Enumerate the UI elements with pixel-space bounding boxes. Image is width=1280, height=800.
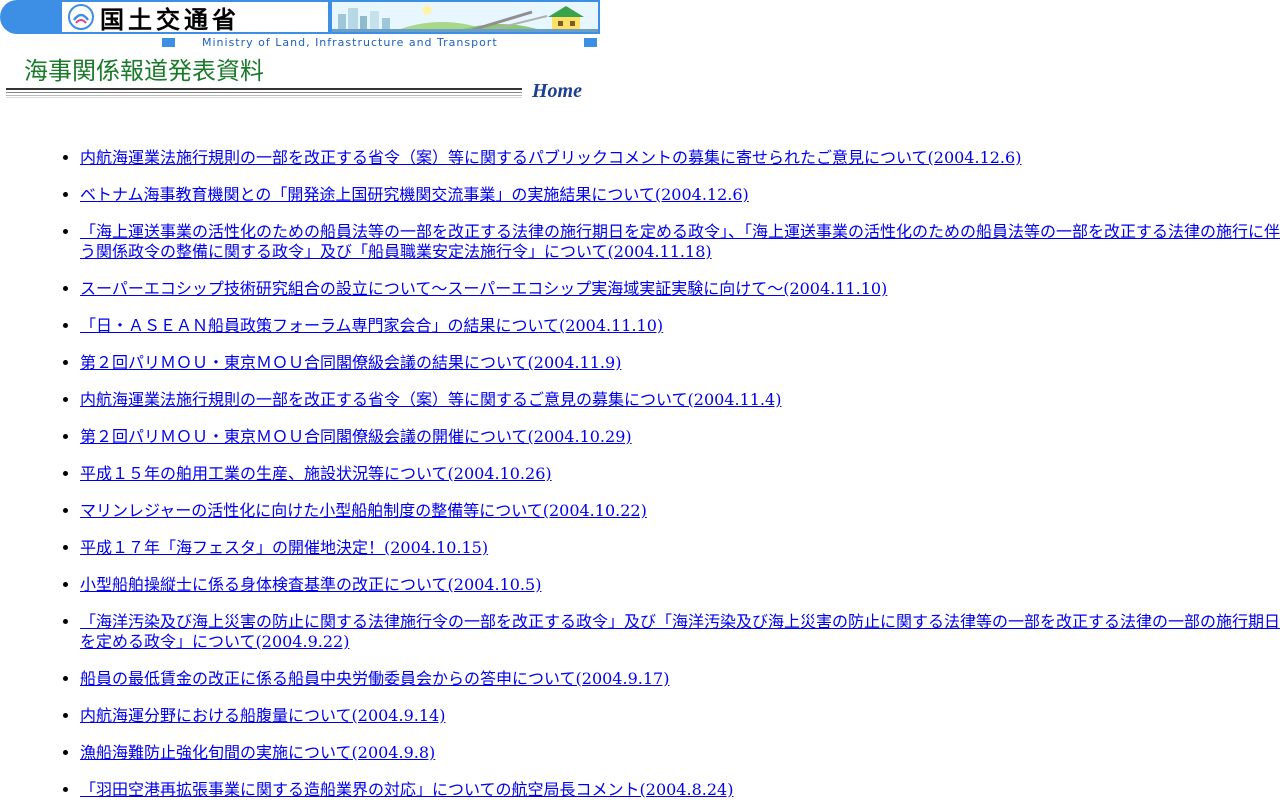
- list-item: 内航海運業法施行規則の一部を改正する省令（案）等に関するパブリックコメントの募集…: [80, 148, 1280, 168]
- list-item: 漁船海難防止強化旬間の実施について(2004.9.8): [80, 743, 1280, 763]
- list-item: マリンレジャーの活性化に向けた小型船舶制度の整備等について(2004.10.22…: [80, 501, 1280, 521]
- list-item: 平成１７年「海フェスタ」の開催地決定！(2004.10.15): [80, 538, 1280, 558]
- list-item: 内航海運分野における船腹量について(2004.9.14): [80, 706, 1280, 726]
- press-release-link[interactable]: 船員の最低賃金の改正に係る船員中央労働委員会からの答申について(2004.9.1…: [80, 669, 669, 688]
- press-release-link[interactable]: 「海洋汚染及び海上災害の防止に関する法律施行令の一部を改正する政令」及び「海洋汚…: [80, 612, 1280, 651]
- home-link[interactable]: Home: [532, 80, 582, 103]
- press-release-link[interactable]: 第２回パリＭＯＵ・東京ＭＯＵ合同閣僚級会議の結果について(2004.11.9): [80, 353, 621, 372]
- cityscape-illustration: [332, 2, 598, 32]
- press-release-link[interactable]: マリンレジャーの活性化に向けた小型船舶制度の整備等について(2004.10.22…: [80, 501, 647, 520]
- blue-square-decoration: [584, 38, 597, 47]
- ministry-banner: 国土交通省: [0, 0, 600, 36]
- press-release-link[interactable]: 平成１５年の舶用工業の生産、施設状況等について(2004.10.26): [80, 464, 552, 483]
- list-item: 「羽田空港再拡張事業に関する造船業界の対応」についての航空局長コメント(2004…: [80, 780, 1280, 800]
- press-release-list: 内航海運業法施行規則の一部を改正する省令（案）等に関するパブリックコメントの募集…: [40, 148, 1280, 800]
- page-title: 海事関係報道発表資料: [24, 57, 264, 85]
- ministry-name-ja: 国土交通省: [100, 5, 240, 34]
- press-release-link[interactable]: 内航海運業法施行規則の一部を改正する省令（案）等に関するパブリックコメントの募集…: [80, 148, 1021, 167]
- page: 国土交通省 Ministry of Land, Infrastructure a…: [0, 0, 1280, 800]
- press-release-link[interactable]: 平成１７年「海フェスタ」の開催地決定！(2004.10.15): [80, 538, 488, 557]
- blue-square-decoration: [162, 38, 175, 47]
- list-item: 第２回パリＭＯＵ・東京ＭＯＵ合同閣僚級会議の結果について(2004.11.9): [80, 353, 1280, 373]
- press-release-link[interactable]: 内航海運分野における船腹量について(2004.9.14): [80, 706, 445, 725]
- ministry-emblem-icon: [68, 4, 94, 30]
- heading-rule: [6, 88, 522, 90]
- ministry-logo[interactable]: 国土交通省: [62, 2, 328, 34]
- press-release-link[interactable]: 内航海運業法施行規則の一部を改正する省令（案）等に関するご意見の募集について(2…: [80, 390, 781, 409]
- press-release-link[interactable]: 「羽田空港再拡張事業に関する造船業界の対応」についての航空局長コメント(2004…: [80, 780, 733, 799]
- ministry-name-en: Ministry of Land, Infrastructure and Tra…: [202, 36, 498, 49]
- heading-rule: [6, 92, 522, 93]
- press-release-link[interactable]: 漁船海難防止強化旬間の実施について(2004.9.8): [80, 743, 435, 762]
- list-item: 船員の最低賃金の改正に係る船員中央労働委員会からの答申について(2004.9.1…: [80, 669, 1280, 689]
- list-item: 第２回パリＭＯＵ・東京ＭＯＵ合同閣僚級会議の開催について(2004.10.29): [80, 427, 1280, 447]
- press-release-link[interactable]: 「日・ＡＳＥＡＮ船員政策フォーラム専門家会合」の結果について(2004.11.1…: [80, 316, 663, 335]
- press-release-link[interactable]: 「海上運送事業の活性化のための船員法等の一部を改正する法律の施行期日を定める政令…: [80, 222, 1280, 261]
- press-release-link[interactable]: 第２回パリＭＯＵ・東京ＭＯＵ合同閣僚級会議の開催について(2004.10.29): [80, 427, 632, 446]
- list-item: 平成１５年の舶用工業の生産、施設状況等について(2004.10.26): [80, 464, 1280, 484]
- scenery-banner-image: [332, 2, 598, 32]
- list-item: 「海洋汚染及び海上災害の防止に関する法律施行令の一部を改正する政令」及び「海洋汚…: [80, 612, 1280, 652]
- list-item: 内航海運業法施行規則の一部を改正する省令（案）等に関するご意見の募集について(2…: [80, 390, 1280, 410]
- press-release-link[interactable]: 小型船舶操縦士に係る身体検査基準の改正について(2004.10.5): [80, 575, 541, 594]
- list-item: 「海上運送事業の活性化のための船員法等の一部を改正する法律の施行期日を定める政令…: [80, 222, 1280, 262]
- heading-rule: [6, 97, 522, 98]
- press-release-link[interactable]: スーパーエコシップ技術研究組合の設立について～スーパーエコシップ実海域実証実験に…: [80, 279, 887, 298]
- press-release-link[interactable]: ベトナム海事教育機関との「開発途上国研究機関交流事業」の実施結果について(200…: [80, 185, 749, 204]
- list-item: スーパーエコシップ技術研究組合の設立について～スーパーエコシップ実海域実証実験に…: [80, 279, 1280, 299]
- list-item: ベトナム海事教育機関との「開発途上国研究機関交流事業」の実施結果について(200…: [80, 185, 1280, 205]
- list-item: 小型船舶操縦士に係る身体検査基準の改正について(2004.10.5): [80, 575, 1280, 595]
- heading-rule: [6, 95, 522, 96]
- list-item: 「日・ＡＳＥＡＮ船員政策フォーラム専門家会合」の結果について(2004.11.1…: [80, 316, 1280, 336]
- ministry-english-bar: Ministry of Land, Infrastructure and Tra…: [162, 36, 599, 49]
